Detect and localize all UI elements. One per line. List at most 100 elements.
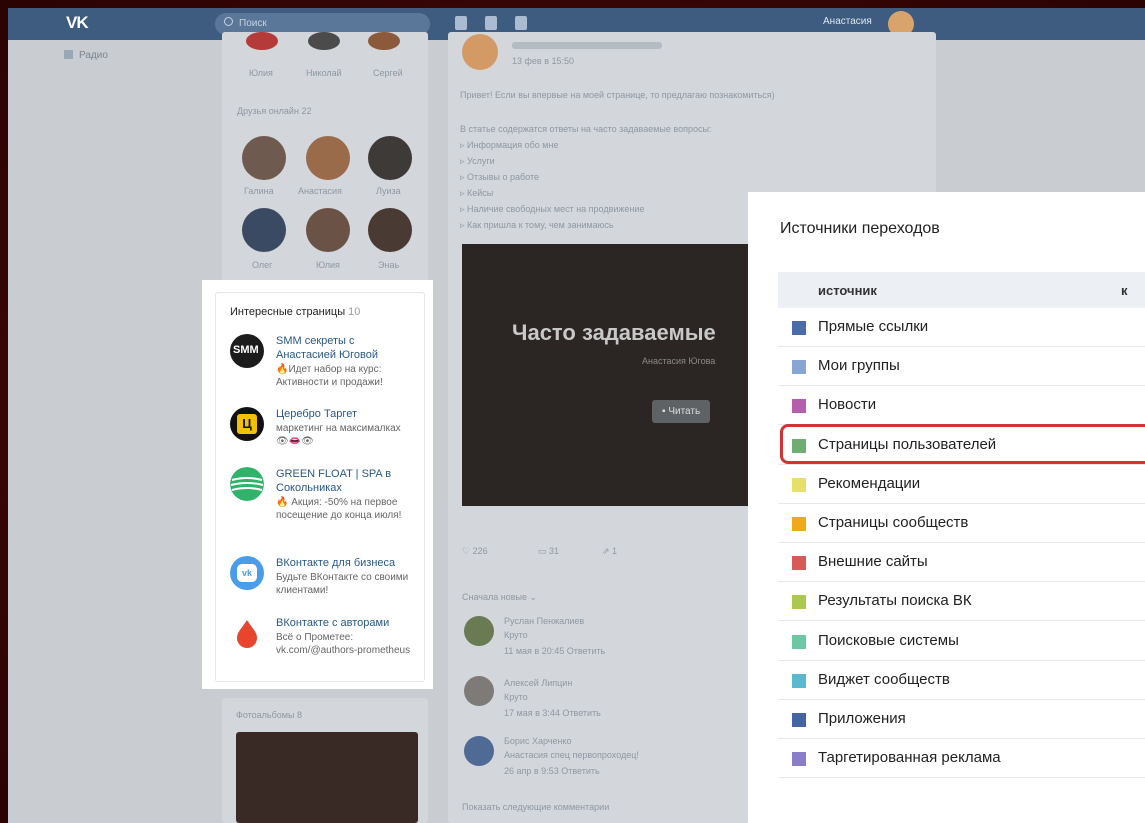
table-row[interactable]: Новости [778,386,1145,426]
friend-avatar[interactable] [368,32,400,50]
table-row[interactable]: Прямые ссылки [778,308,1145,347]
friend-name[interactable]: Анастасия [298,186,342,196]
comments-sort[interactable]: Сначала новые ⌄ [462,592,537,603]
comment-avatar[interactable] [464,616,494,646]
table-row[interactable]: Результаты поиска ВК [778,582,1145,622]
list-item[interactable]: Ц Церебро Таргет маркетинг на максималка… [230,407,416,463]
friend-avatar[interactable] [242,208,286,252]
friend-name[interactable]: Юлия [249,68,273,78]
show-more-comments[interactable]: Показать следующие комментарии [462,802,609,812]
color-swatch [792,752,806,767]
article-cover-subtitle: Анастасия Югова [642,356,716,366]
color-swatch [792,399,806,414]
post-bullet: Отзывы о работе [467,172,540,182]
table-row[interactable]: Внешние сайты [778,543,1145,583]
friend-avatar[interactable] [242,136,286,180]
post-author-avatar[interactable] [462,34,498,70]
friend-avatar[interactable] [246,32,278,50]
source-label: Таргетированная реклама [818,749,1001,767]
shares-count: 1 [612,546,618,556]
traffic-sources-title: Источники переходов [780,220,940,237]
page-name[interactable]: SMM секреты с Анастасией Юговой [276,334,416,362]
table-row[interactable]: Рекомендации [778,465,1145,504]
read-button[interactable]: ▪ Читать [652,400,711,423]
like-button[interactable]: ♡ 226 [462,546,488,557]
vk-business-logo-text: vk [237,564,257,582]
table-row[interactable]: Приложения [778,700,1145,739]
comment-author[interactable]: Борис Харченко [504,736,571,746]
friend-name[interactable]: Юлия [316,260,340,270]
friend-name[interactable]: Олег [252,260,272,270]
friend-avatar[interactable] [368,208,412,252]
post-date: 13 фев в 15:50 [512,56,575,66]
friend-avatar[interactable] [368,136,412,180]
comment-text: Круто [504,630,528,640]
search-icon [224,17,233,26]
friend-name[interactable]: Сергей [373,68,403,78]
reply-link[interactable]: Ответить [562,708,600,718]
reply-link[interactable]: Ответить [561,766,599,776]
album-cover[interactable] [236,732,418,823]
read-button-label: Читать [668,406,701,417]
play-icon[interactable] [515,16,527,30]
source-label: Мои группы [818,357,900,375]
share-button[interactable]: ⇗ 1 [602,546,617,557]
smm-logo-text: SMM [233,344,259,356]
list-item[interactable]: ВКонтакте с авторами Всё о Прометее: vk.… [230,616,416,676]
reply-link[interactable]: Ответить [567,646,605,656]
vk-logo[interactable]: VK [66,13,89,33]
source-label: Страницы сообществ [818,514,969,531]
column-header-source[interactable]: источник [818,283,877,298]
table-row[interactable]: Поисковые системы [778,622,1145,661]
nav-item-radio[interactable]: Радио [79,50,108,61]
source-label: Прямые ссылки [818,318,929,335]
list-item[interactable]: GREEN FLOAT | SPA в Сокольниках 🔥 Акция:… [230,467,416,543]
article-cover[interactable]: Часто задаваемые Анастасия Югова ▪ Читат… [462,244,762,506]
comment-avatar[interactable] [464,676,494,706]
friend-avatar[interactable] [306,136,350,180]
friend-avatar[interactable] [306,208,350,252]
top-icons [455,16,527,30]
page-name[interactable]: ВКонтакте с авторами [276,616,416,630]
table-row[interactable]: Виджет сообществ [778,661,1145,700]
comment-button[interactable]: ▭ 31 [538,546,559,557]
friend-name[interactable]: Луиза [376,186,401,196]
friends-card: Юлия Николай Сергей Друзья онлайн 22 Гал… [222,32,428,282]
column-header-count[interactable]: к [1121,283,1128,298]
page-description: Всё о Прометее: vk.com/@authors-promethe… [276,632,411,656]
smm-logo-icon: SMM [230,334,264,368]
color-swatch [792,556,806,571]
music-icon[interactable] [485,16,497,30]
list-item[interactable]: SMM SMM секреты с Анастасией Юговой 🔥Иде… [230,334,416,396]
post-bullet: Информация обо мне [467,140,559,150]
post-intro: Привет! Если вы впервые на моей странице… [460,90,775,100]
table-row[interactable]: Таргетированная реклама [778,739,1145,779]
cerebro-logo-icon: Ц [230,407,264,441]
top-user-name[interactable]: Анастасия [823,16,872,27]
highlight-frame [780,424,1145,464]
bell-icon[interactable] [455,16,467,30]
comment-meta: 11 мая в 20:45 [504,646,565,656]
post-author-name[interactable] [512,42,662,49]
flame-logo-icon [230,616,264,650]
friend-avatar[interactable] [308,32,340,50]
comment-avatar[interactable] [464,736,494,766]
source-label: Виджет сообществ [818,670,950,688]
page-name[interactable]: GREEN FLOAT | SPA в Сокольниках [276,467,416,495]
table-row[interactable]: Мои группы [778,347,1145,387]
page-name[interactable]: Церебро Таргет [276,407,416,421]
friend-name[interactable]: Николай [306,68,342,78]
list-item[interactable]: vk ВКонтакте для бизнеса Будьте ВКонтакт… [230,556,416,604]
friend-name[interactable]: Галина [244,186,274,196]
comment-text: Круто [504,692,528,702]
friends-online-title: Друзья онлайн [237,106,299,116]
interesting-pages-header[interactable]: Интересные страницы 10 [230,306,360,318]
comment-author[interactable]: Алексей Липцин [504,678,572,688]
table-row[interactable]: Страницы сообществ [778,504,1145,543]
comment-author[interactable]: Руслан Пенжалиев [504,616,584,626]
post-bullet: Кейсы [467,188,494,198]
friend-name[interactable]: Энаь [378,260,399,270]
likes-count: 226 [472,546,488,556]
page-name[interactable]: ВКонтакте для бизнеса [276,556,416,570]
comment-text: Анастасия спец первопроходец! [504,750,639,760]
